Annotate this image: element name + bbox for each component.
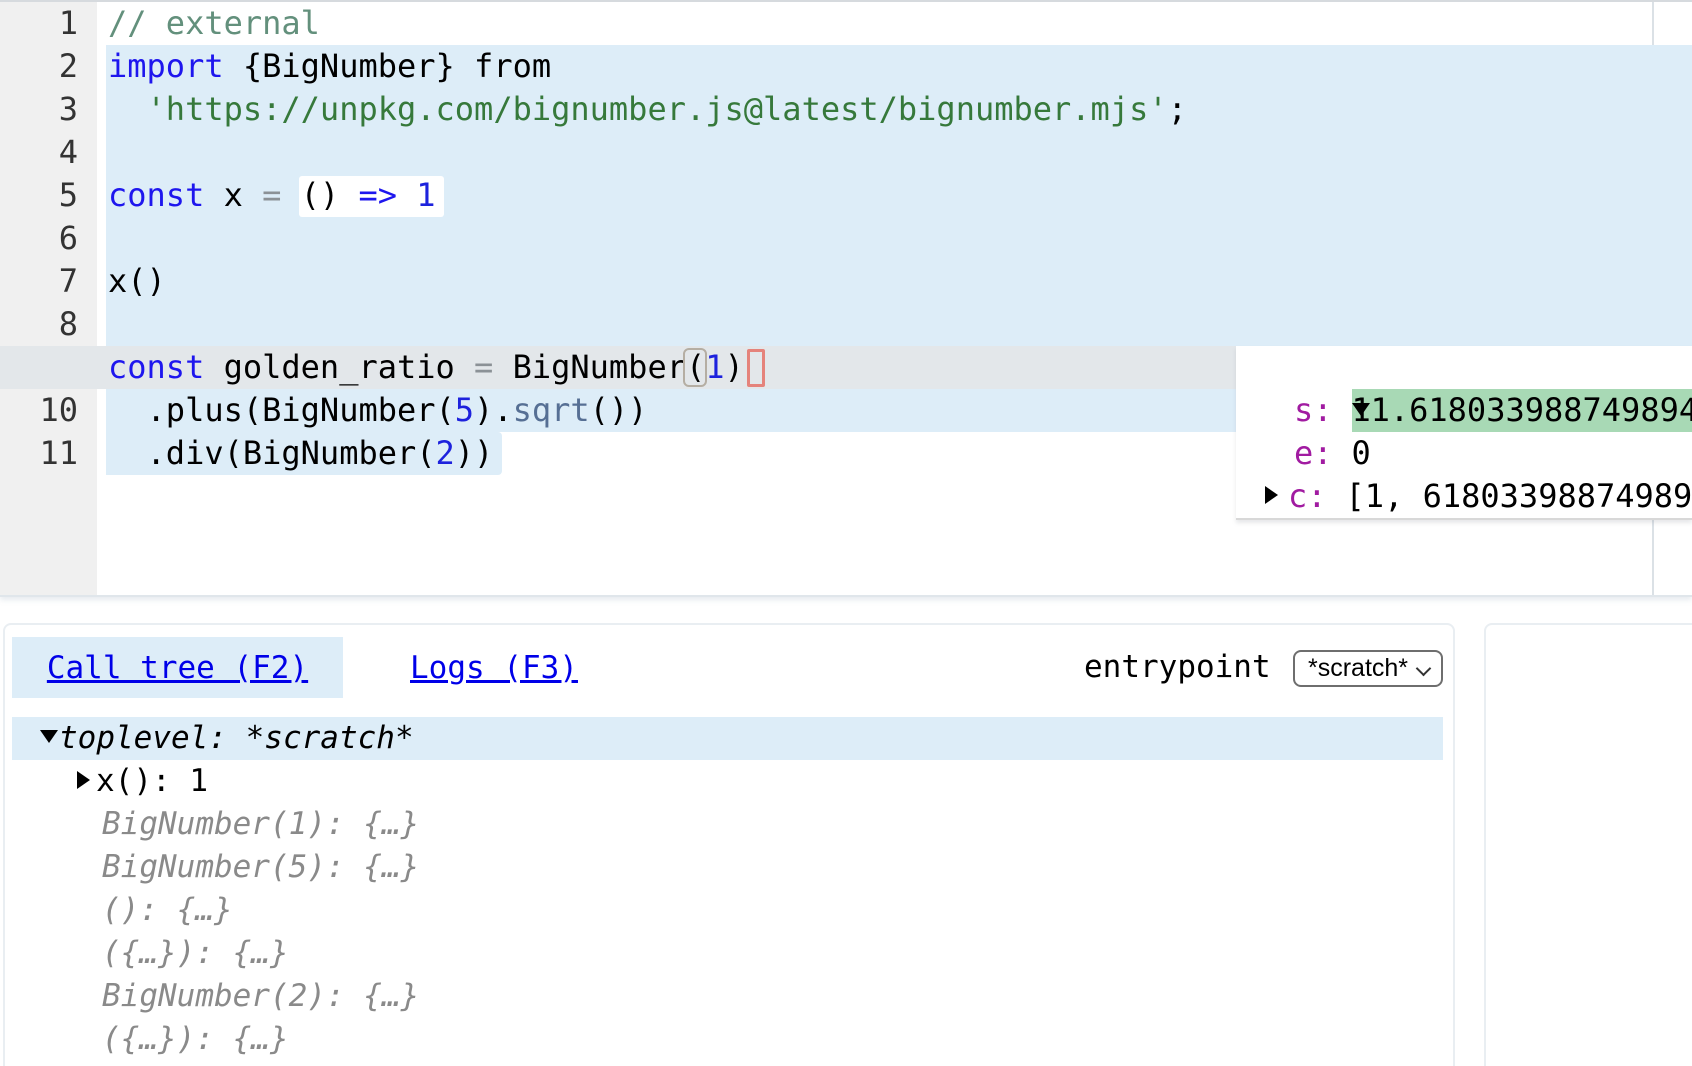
tree-row-pending[interactable]: BigNumber(2): {…}: [5, 975, 1453, 1018]
call-tree: toplevel: *scratch* x(): 1 BigNumber(1): {…: [5, 717, 1453, 1066]
tree-row-pending[interactable]: BigNumber(1): {…}: [5, 803, 1453, 846]
code-line-3[interactable]: 'https://unpkg.com/bignumber.js@latest/b…: [108, 88, 1692, 131]
tree-row-label: ({…}): {…}: [102, 1021, 289, 1057]
code-token: sqrt: [513, 391, 590, 429]
prop-key: e:: [1294, 434, 1333, 472]
entrypoint-selected-value: *scratch*: [1308, 654, 1408, 683]
code-line-2[interactable]: import {BigNumber} from: [108, 45, 1692, 88]
triangle-down-icon: [40, 730, 58, 743]
prop-value: 1: [1352, 391, 1371, 429]
result-value-highlight: 1.61803398874989484821: [1352, 389, 1692, 432]
code-token: [397, 176, 416, 214]
code-token: =: [474, 348, 493, 386]
code-token: =>: [358, 176, 397, 214]
tree-row-label: x(): 1: [96, 763, 208, 799]
code-token: const: [108, 176, 204, 214]
code-token: 'https://unpkg.com/bignumber.js@latest/b…: [147, 90, 1168, 128]
code-line-6[interactable]: [108, 217, 1692, 260]
code-token: ()): [590, 391, 648, 429]
entrypoint-label: entrypoint: [1084, 637, 1271, 698]
code-token: // external: [108, 4, 320, 42]
code-token: [108, 90, 147, 128]
prop-key: c:: [1288, 477, 1327, 515]
code-token: ).: [474, 391, 513, 429]
tree-row-pending[interactable]: (): {…}: [5, 889, 1453, 932]
result-value: 1.61803398874989484821: [1371, 391, 1692, 429]
call-tree-tab-link[interactable]: Call tree (F2): [47, 650, 308, 686]
tree-row-label: BigNumber(1): {…}: [102, 806, 419, 842]
code-token: BigNumber(: [493, 348, 705, 386]
tab-logs[interactable]: Logs (F3): [410, 637, 578, 698]
tree-row-label: (): {…}: [102, 892, 233, 928]
logs-tab-link[interactable]: Logs (F3): [410, 650, 578, 686]
code-token: =: [262, 176, 281, 214]
code-token: .div(BigNumber(: [108, 434, 436, 472]
code-token: ;: [1168, 90, 1187, 128]
triangle-right-icon[interactable]: [1265, 486, 1278, 504]
code-token: (): [281, 176, 358, 214]
tree-row-pending[interactable]: ({…}): {…}: [5, 1018, 1453, 1061]
tree-row-pending[interactable]: BigNumber(5): {…}: [5, 846, 1453, 889]
editor-top-border: [0, 0, 1692, 2]
triangle-right-icon: [77, 771, 90, 789]
result-tooltip: 1.61803398874989484821 s: 1 e: 0 c: [1, 618…: [1236, 346, 1692, 520]
prop-value: [1, 61803398874989: [1346, 477, 1692, 515]
tree-row-call[interactable]: x(): 1: [5, 760, 1453, 803]
code-line-4[interactable]: [108, 131, 1692, 174]
chevron-down-icon: [1417, 663, 1430, 676]
code-token: 2: [436, 434, 455, 472]
code-line-7[interactable]: x(): [108, 260, 1692, 303]
code-token: x: [204, 176, 262, 214]
code-token: )): [455, 434, 494, 472]
code-token: .plus(BigNumber(: [108, 391, 455, 429]
code-token: 5: [455, 391, 474, 429]
code-line-8[interactable]: [108, 303, 1692, 346]
code-token: {BigNumber} from: [224, 47, 552, 85]
code-token: golden_ratio: [204, 348, 474, 386]
tree-row-label: BigNumber(2): {…}: [102, 978, 419, 1014]
tree-row-label: ({…}): {…}: [102, 935, 289, 971]
code-editor[interactable]: 1234567891011 // externalimport {BigNumb…: [0, 0, 1692, 597]
side-panel: [1484, 623, 1692, 1066]
tree-row-label: BigNumber(5): {…}: [102, 849, 419, 885]
matching-paren-box: [683, 348, 707, 387]
tree-row-pending[interactable]: ({…}): {…}: [5, 932, 1453, 975]
code-token: 1: [416, 176, 435, 214]
code-token: const: [108, 348, 204, 386]
prop-value: 0: [1352, 434, 1371, 472]
tree-row-toplevel[interactable]: toplevel: *scratch*: [12, 717, 1443, 760]
code-token: ): [725, 348, 744, 386]
code-token: 1: [705, 348, 724, 386]
code-line-5[interactable]: const x = () => 1: [108, 174, 1692, 217]
call-tree-panel: Call tree (F2) Logs (F3) entrypoint *scr…: [3, 623, 1455, 1066]
tab-call-tree[interactable]: Call tree (F2): [12, 637, 343, 698]
text-cursor-box: [747, 349, 765, 387]
prop-key: s:: [1294, 391, 1333, 429]
result-prop-row: c: [1, 61803398874989: [1236, 475, 1692, 518]
code-token: x(): [108, 262, 166, 300]
tree-row-label: toplevel: *scratch*: [59, 720, 414, 756]
result-prop-row: e: 0: [1236, 432, 1692, 475]
entrypoint-select[interactable]: *scratch*: [1293, 650, 1443, 687]
result-value-row: 1.61803398874989484821: [1236, 346, 1692, 389]
code-line-1[interactable]: // external: [108, 2, 1692, 45]
code-token: import: [108, 47, 224, 85]
